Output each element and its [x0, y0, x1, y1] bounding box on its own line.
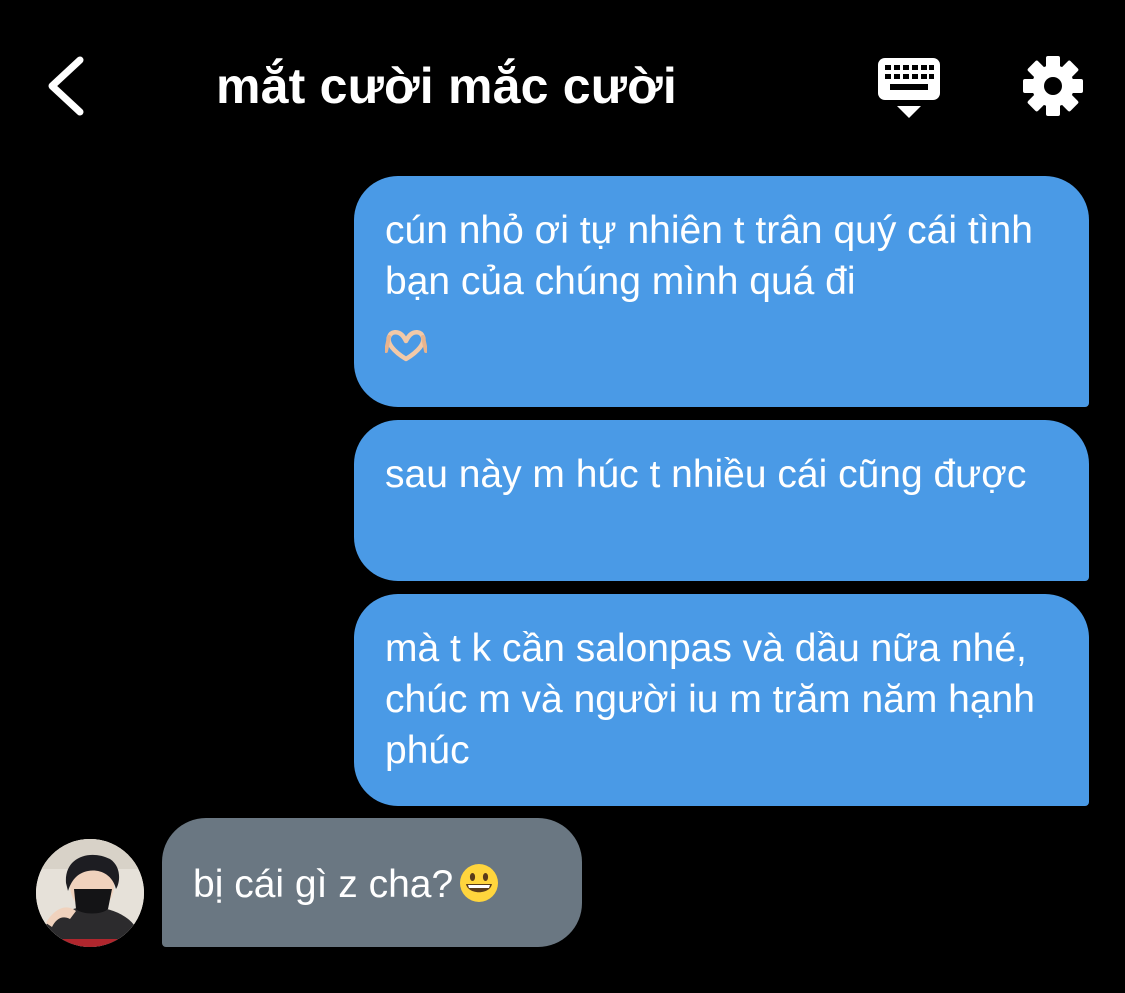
- sent-message-bubble[interactable]: mà t k cần salonpas và dầu nữa nhé, chúc…: [354, 594, 1089, 806]
- message-text: mà t k cần salonpas và dầu nữa nhé, chúc…: [385, 627, 1035, 772]
- gear-icon: [1023, 56, 1083, 116]
- back-button[interactable]: [40, 52, 96, 120]
- message-text: cún nhỏ ơi tự nhiên t trân quý cái tình …: [385, 209, 1033, 303]
- keyboard-icon: [878, 58, 940, 118]
- sent-message-bubble[interactable]: cún nhỏ ơi tự nhiên t trân quý cái tình …: [354, 176, 1089, 407]
- keyboard-button[interactable]: [876, 56, 942, 120]
- sent-message-bubble[interactable]: sau này m húc t nhiều cái cũng được: [354, 420, 1089, 581]
- heart-hands-emoji: [384, 325, 1059, 365]
- sender-avatar[interactable]: [36, 839, 144, 947]
- grinning-face-emoji: [459, 863, 499, 916]
- settings-button[interactable]: [1022, 55, 1084, 117]
- chat-title: mắt cười mắc cười: [216, 58, 677, 114]
- received-message-bubble[interactable]: bị cái gì z cha?: [162, 818, 582, 947]
- message-text: sau này m húc t nhiều cái cũng được: [385, 453, 1027, 496]
- chat-header: mắt cười mắc cười: [0, 0, 1125, 170]
- chevron-left-icon: [48, 56, 84, 116]
- message-text: bị cái gì z cha?: [193, 863, 454, 906]
